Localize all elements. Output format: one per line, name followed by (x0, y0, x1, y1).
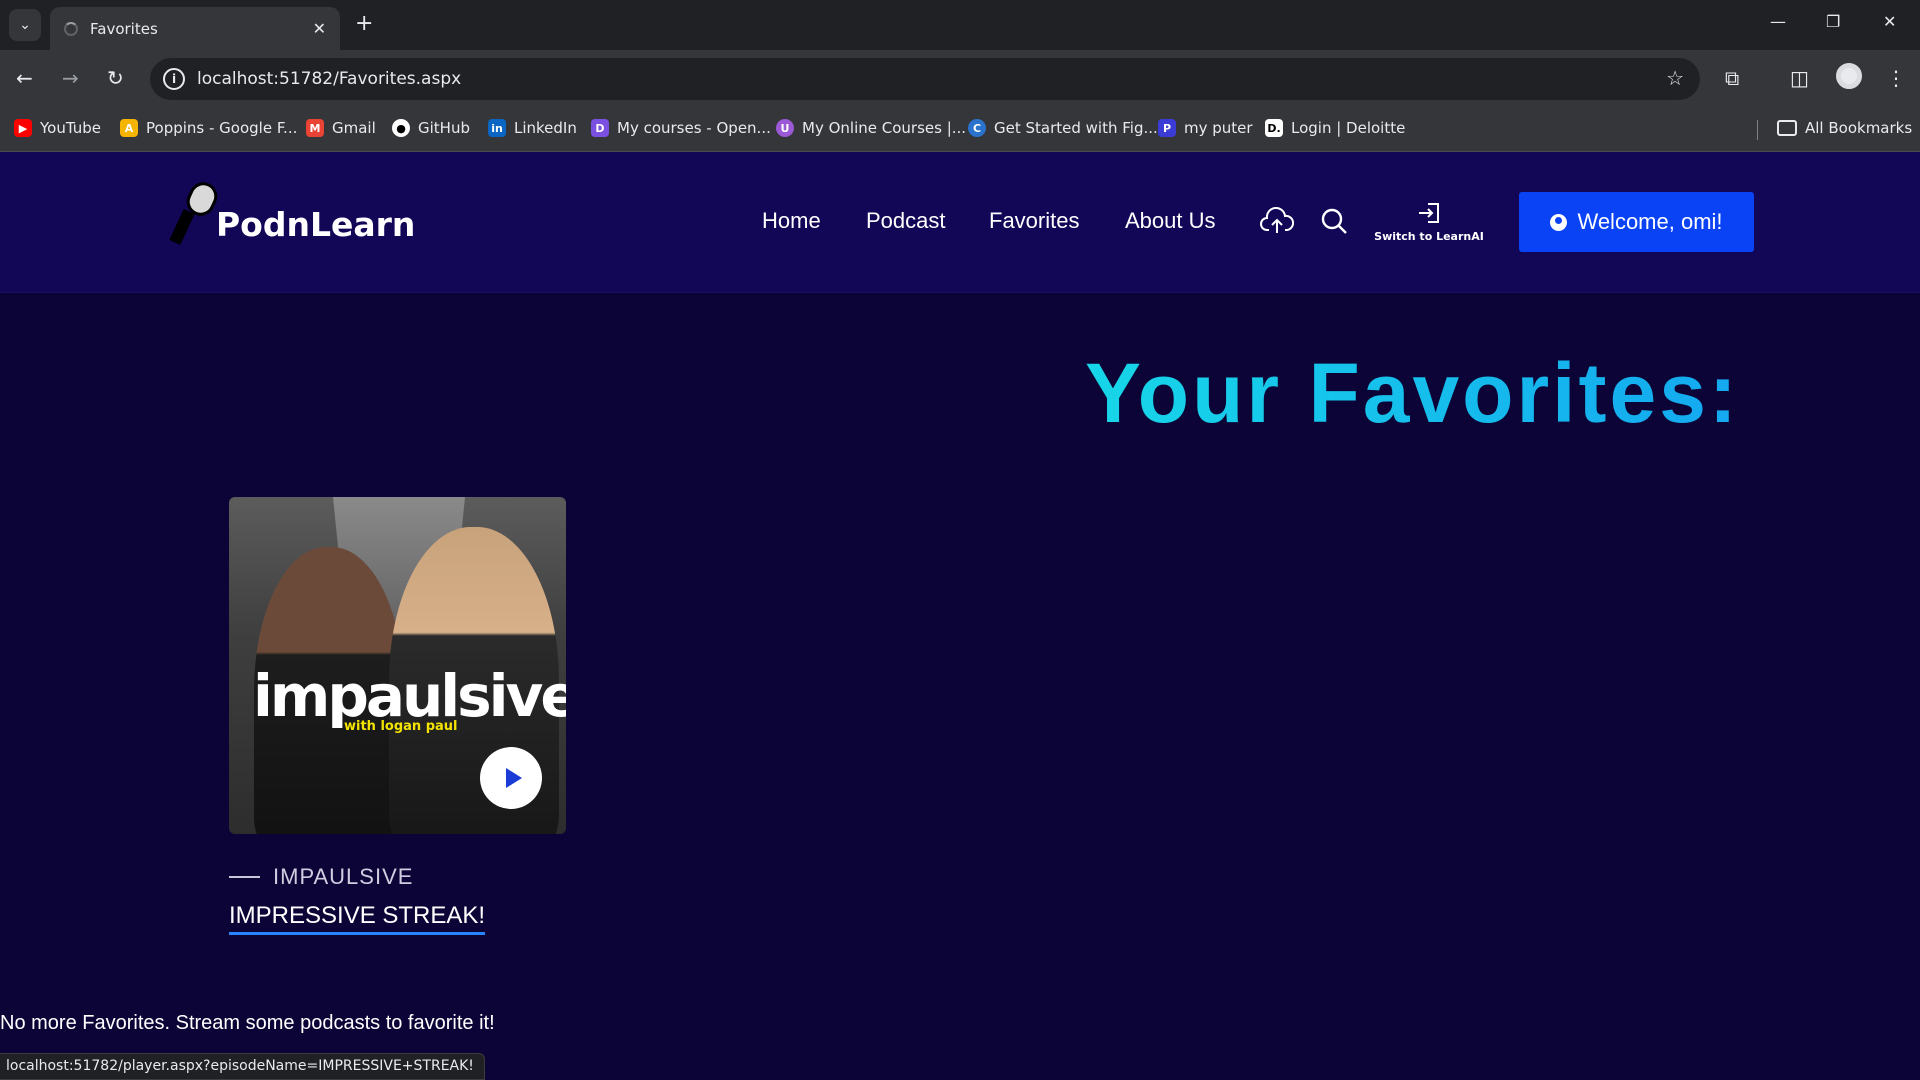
minimize-icon[interactable]: — (1770, 12, 1786, 31)
bookmark-github[interactable]: ● GitHub (392, 119, 470, 137)
learnai-label: Switch to LearnAI (1374, 230, 1484, 243)
browser-toolbar: ← → ↻ i localhost:51782/Favorites.aspx ☆… (0, 50, 1920, 108)
bookmark-label: GitHub (418, 119, 470, 137)
bookmark-label: Poppins - Google F... (146, 119, 298, 137)
tab-title: Favorites (90, 19, 158, 38)
podcast-cover[interactable]: impaulsive with logan paul (229, 497, 566, 834)
menu-kebab-icon[interactable]: ⋮ (1886, 66, 1906, 90)
browser-tab-strip: ⌄ Favorites ✕ + — ❐ ✕ (0, 0, 1920, 50)
bookmark-figma[interactable]: C Get Started with Fig... (968, 119, 1158, 137)
courses-icon: U (776, 119, 794, 137)
page-title: Your Favorites: (1085, 346, 1740, 440)
address-bar[interactable]: i localhost:51782/Favorites.aspx ☆ (150, 58, 1700, 100)
episode-link[interactable]: IMPRESSIVE STREAK! (229, 902, 486, 935)
show-dash (229, 876, 260, 878)
linkedin-icon: in (488, 119, 506, 137)
new-tab-button[interactable]: + (355, 13, 373, 35)
play-icon[interactable] (480, 747, 542, 809)
bookmark-label: Gmail (332, 119, 376, 137)
site-logo[interactable]: PodnLearn (169, 177, 416, 245)
tab-loading-icon (64, 21, 78, 36)
bookmark-poppins[interactable]: A Poppins - Google F... (120, 119, 297, 137)
bookmarks-bar: ▶ YouTube A Poppins - Google F... M Gmail ●… (0, 108, 1920, 152)
side-panel-icon[interactable]: ◫ (1790, 66, 1809, 90)
nav-podcast[interactable]: Podcast (866, 208, 946, 234)
link-status-bar: localhost:51782/player.aspx?episodeName=… (0, 1053, 485, 1080)
deloitte-icon: D. (1265, 119, 1283, 137)
nav-favorites[interactable]: Favorites (989, 208, 1079, 234)
nav-about-us[interactable]: About Us (1125, 208, 1216, 234)
profile-avatar[interactable] (1836, 63, 1862, 89)
bookmark-label: My courses - Open... (617, 119, 771, 137)
show-name: IMPAULSIVE (273, 864, 414, 889)
sign-in-icon (1419, 203, 1439, 223)
github-icon: ● (392, 119, 410, 137)
gmail-icon: M (306, 119, 324, 137)
url-text[interactable]: localhost:51782/Favorites.aspx (197, 69, 461, 89)
window-close-icon[interactable]: ✕ (1883, 12, 1896, 31)
favorite-card: impaulsive with logan paul IMPAULSIVE IM… (229, 497, 566, 935)
tab-search-button[interactable]: ⌄ (9, 9, 41, 41)
bookmarks-separator (1757, 120, 1758, 140)
coursera-icon: C (968, 119, 986, 137)
youtube-icon: ▶ (14, 119, 32, 137)
puter-icon: P (1158, 119, 1176, 137)
microphone-icon (169, 177, 222, 245)
extensions-icon[interactable]: ⧉ (1725, 66, 1739, 90)
bookmark-linkedin[interactable]: in LinkedIn (488, 119, 577, 137)
bookmark-star-icon[interactable]: ☆ (1666, 66, 1684, 90)
active-tab[interactable]: Favorites ✕ (50, 7, 340, 50)
bookmark-online-courses[interactable]: U My Online Courses |... (776, 119, 966, 137)
welcome-user-button[interactable]: Welcome, omi! (1519, 192, 1754, 252)
bookmark-my-puter[interactable]: Pmy puter (1158, 119, 1253, 137)
bookmark-label: YouTube (40, 119, 101, 137)
bookmark-label: my puter (1184, 119, 1253, 137)
all-bookmarks-button[interactable]: All Bookmarks (1777, 119, 1912, 137)
folder-icon (1777, 120, 1797, 136)
nav-home[interactable]: Home (762, 208, 821, 234)
user-circle-icon (1550, 213, 1568, 231)
openedu-icon: D (591, 119, 609, 137)
upload-cloud-icon[interactable] (1260, 206, 1294, 236)
all-bookmarks-label: All Bookmarks (1805, 119, 1913, 137)
bookmark-label: My Online Courses |... (802, 119, 967, 137)
restore-icon[interactable]: ❐ (1826, 12, 1840, 31)
empty-favorites-message: No more Favorites. Stream some podcasts … (0, 1012, 495, 1034)
cover-subtitle-text: with logan paul (344, 719, 458, 734)
back-icon[interactable]: ← (16, 66, 33, 90)
search-icon[interactable] (1320, 207, 1348, 235)
logo-text: PodnLearn (216, 205, 416, 244)
bookmark-label: Login | Deloitte (1291, 119, 1406, 137)
google-fonts-icon: A (120, 119, 138, 137)
bookmark-my-courses[interactable]: D My courses - Open... (591, 119, 771, 137)
reload-icon[interactable]: ↻ (107, 66, 124, 90)
forward-icon[interactable]: → (62, 66, 79, 90)
site-info-icon[interactable]: i (163, 68, 185, 90)
bookmark-label: LinkedIn (514, 119, 577, 137)
tab-close-icon[interactable]: ✕ (313, 19, 326, 38)
site-header: PodnLearn Home Podcast Favorites About U… (0, 152, 1920, 293)
switch-to-learnai-button[interactable]: Switch to LearnAI (1374, 202, 1484, 243)
bookmark-label: Get Started with Fig... (994, 119, 1158, 137)
bookmark-deloitte[interactable]: D. Login | Deloitte (1265, 119, 1405, 137)
show-name-row: IMPAULSIVE (229, 864, 413, 890)
welcome-label: Welcome, omi! (1577, 209, 1723, 234)
bookmark-gmail[interactable]: M Gmail (306, 119, 376, 137)
bookmark-youtube[interactable]: ▶ YouTube (14, 119, 101, 137)
